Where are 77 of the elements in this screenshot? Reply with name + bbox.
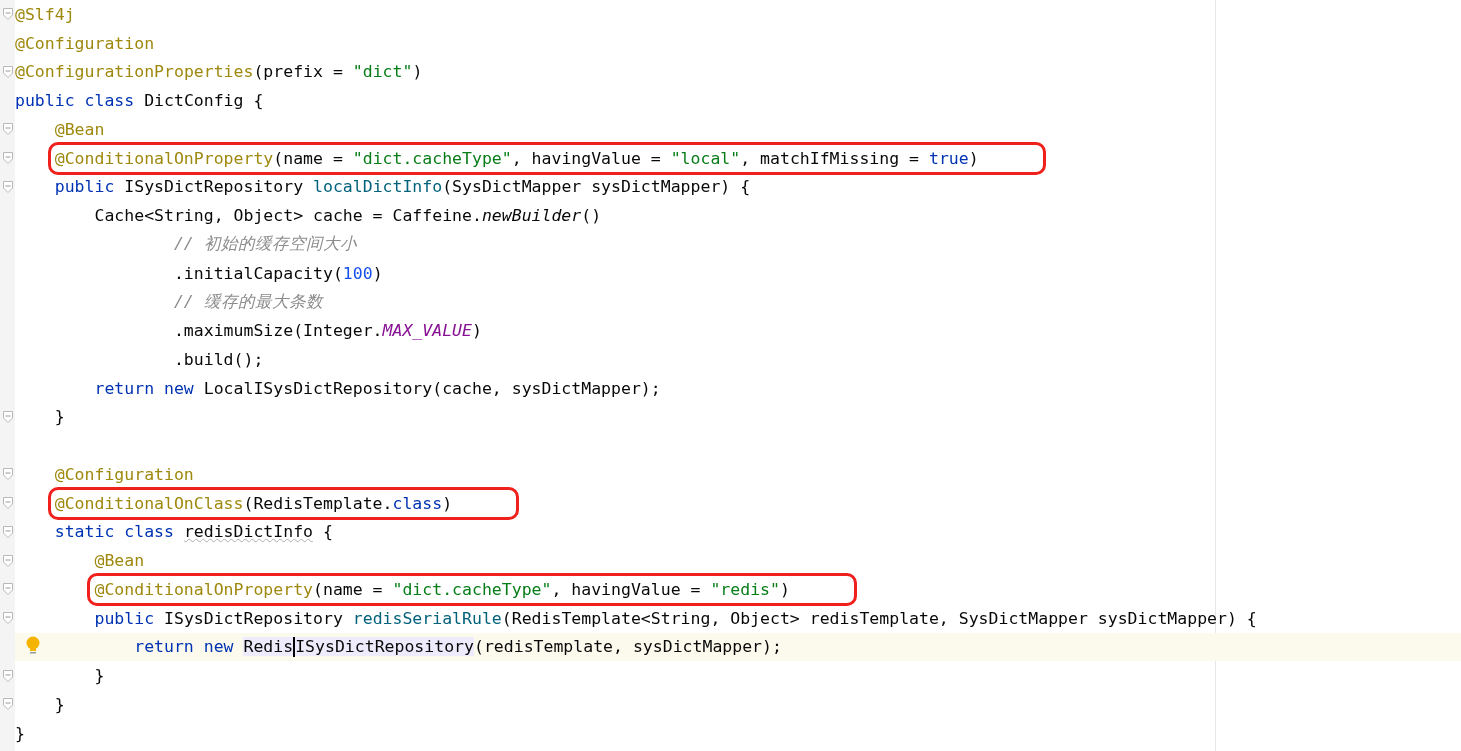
annotation-text: @Bean [94,551,145,571]
code-text: } [94,666,105,686]
code-text: ) [412,62,423,82]
lightbulb-icon[interactable] [26,635,40,656]
method-name: localDictInfo [313,177,443,197]
annotation-text: @ConditionalOnProperty [54,148,274,168]
fold-icon[interactable] [2,152,13,165]
fold-icon[interactable] [2,8,13,21]
fold-icon[interactable] [2,497,13,510]
fold-icon[interactable] [2,554,13,567]
fold-icon[interactable] [2,468,13,481]
fold-icon[interactable] [2,669,13,682]
keyword-text: public [94,608,156,628]
method-name: redisSerialRule [352,608,502,628]
code-text: } [15,723,25,743]
fold-icon[interactable] [2,698,13,711]
keyword-text: return new [94,378,195,398]
annotation-text: @Bean [54,119,105,139]
code-text: (redisTemplate, sysDictMapper); [473,637,782,657]
annotation-text: @Configuration [54,464,194,484]
code-comment: // 初始的缓存空间大小 [173,233,357,256]
code-text: { [321,522,333,542]
code-text: , matchIfMissing = [740,148,921,168]
code-text: } [54,694,65,714]
code-text: DictConfig { [144,91,264,111]
fold-icon[interactable] [2,525,13,538]
annotation-text: @ConditionalOnProperty [94,579,313,599]
code-text: , havingValue = [551,579,702,599]
code-text: (name = [273,148,344,168]
code-text: .maximumSize(Integer. [173,321,383,341]
code-text: ISysDictRepository [124,177,305,197]
code-text: .build(); [173,349,264,369]
keyword-text: return new [134,637,235,657]
code-text: Cache<String, Object> cache = Caffeine. [94,206,482,226]
string-text: "local" [670,148,741,168]
code-text: ) [779,579,790,599]
string-text: "dict" [352,62,413,82]
code-text: .initialCapacity( [173,263,343,283]
keyword-text: static class [54,522,175,542]
keyword-text: public [54,177,116,197]
code-text: (name = [313,579,384,599]
code-text: (SysDictMapper sysDictMapper) { [442,177,751,197]
annotation-text: @Slf4j [15,4,75,24]
class-name: ISysDictRepository [295,637,474,657]
code-text: , havingValue = [511,148,662,168]
annotation-text: @ConditionalOnClass [54,493,244,513]
code-comment: // 缓存的最大条数 [173,290,323,313]
constant-text: MAX_VALUE [382,321,472,341]
keyword-text: true [928,148,969,168]
number-text: 100 [342,263,373,283]
string-text: "dict.cacheType" [352,148,512,168]
fold-icon[interactable] [2,583,13,596]
annotation-text: @ConfigurationProperties [15,62,254,82]
fold-icon[interactable] [2,180,13,193]
class-name: Redis [243,637,294,657]
code-text: ISysDictRepository [164,608,344,628]
string-text: "redis" [710,579,780,599]
code-text: (RedisTemplate. [243,493,393,513]
fold-icon[interactable] [2,65,13,78]
annotation-text: @Configuration [15,33,155,53]
code-text: } [54,407,65,427]
keyword-text: public class [15,91,136,111]
string-text: "dict.cacheType" [392,579,552,599]
class-name: redisDictInfo [183,522,313,542]
code-text: ) [442,493,453,513]
keyword-text: class [392,493,443,513]
code-text: (prefix = [253,62,344,82]
code-text: () [581,206,602,226]
fold-icon[interactable] [2,410,13,423]
code-text: ) [471,321,482,341]
code-text: LocalISysDictRepository(cache, sysDictMapper); [203,378,661,398]
method-call: newBuilder [481,206,582,226]
code-text: ) [372,263,383,283]
fold-icon[interactable] [2,123,13,136]
code-text: ) [968,148,979,168]
fold-icon[interactable] [2,612,13,625]
code-text: (RedisTemplate<String, Object> redisTemplate, SysDictMapper sysDictMapper) { [501,608,1257,628]
